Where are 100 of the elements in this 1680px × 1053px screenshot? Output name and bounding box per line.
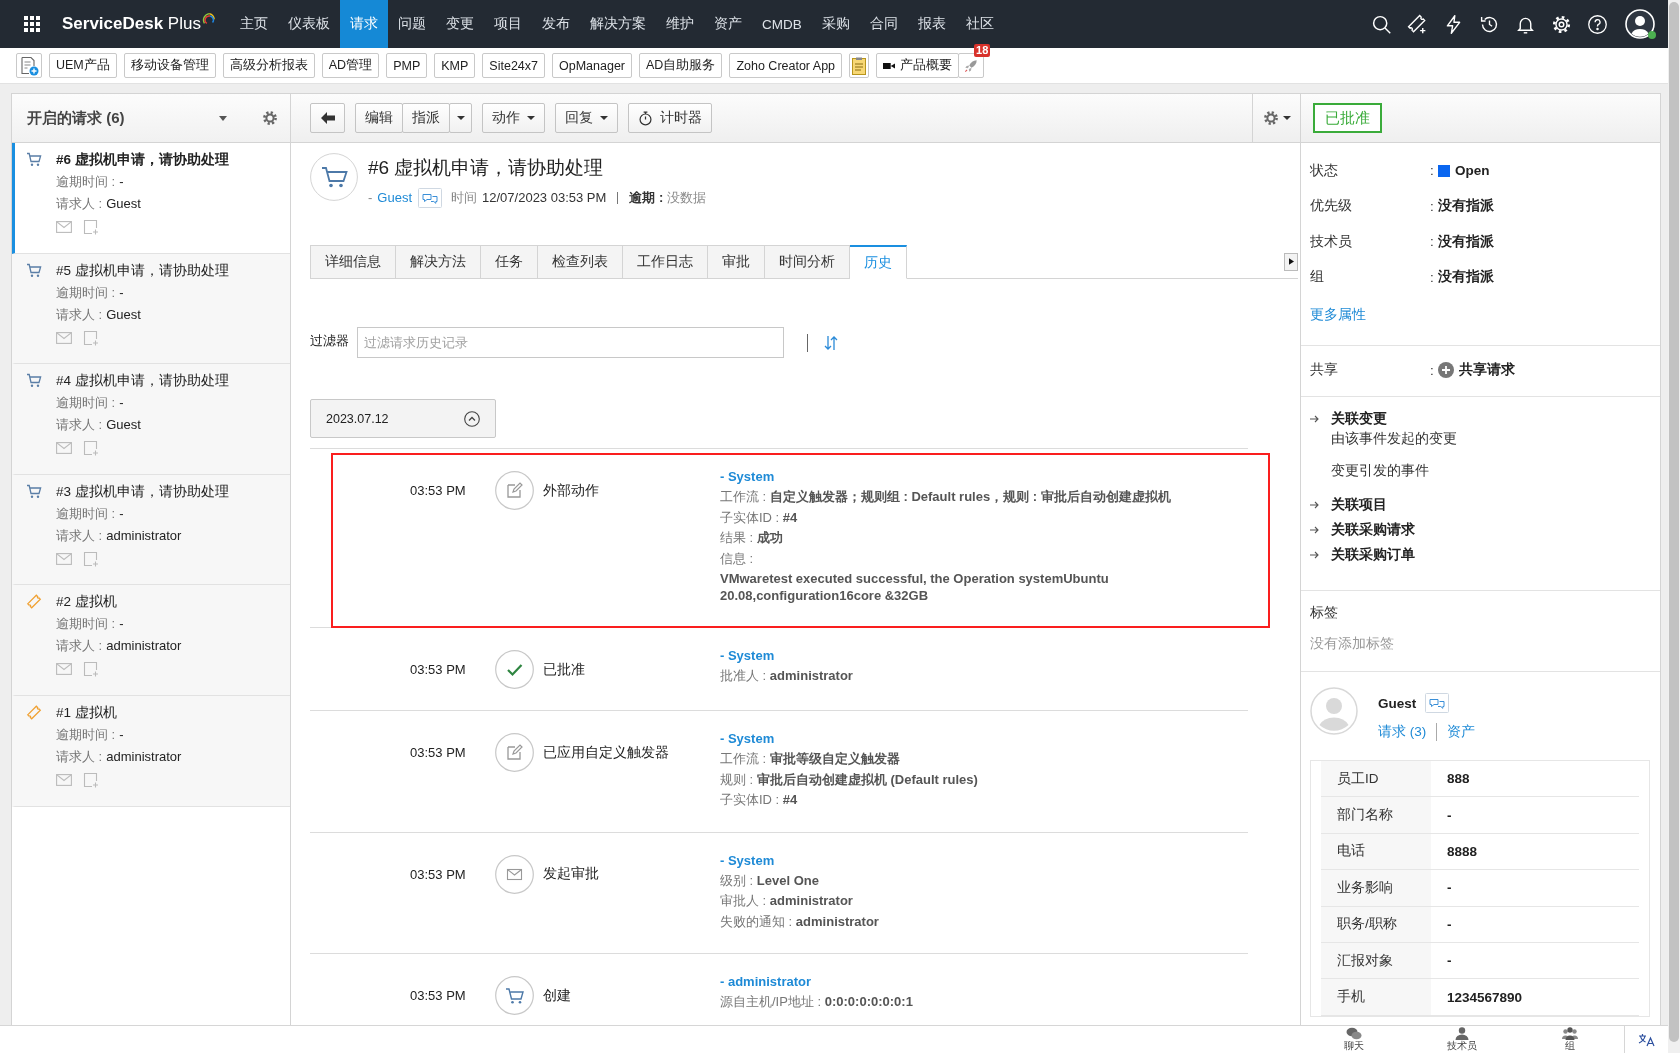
more-properties-link[interactable]: 更多属性 xyxy=(1310,305,1366,325)
bookmark-link[interactable]: AD自助服务 xyxy=(639,53,723,78)
nav-menu-item[interactable]: CMDB xyxy=(752,0,812,48)
field-label: 请求人 : xyxy=(56,526,103,544)
dropdown-button[interactable] xyxy=(449,103,472,133)
timer-button[interactable]: 计时器 xyxy=(628,103,712,133)
filter-label: 过滤器 xyxy=(310,331,349,350)
arrow-left-icon xyxy=(320,112,335,124)
field-label: 电话 xyxy=(1321,833,1431,870)
bookmark-link[interactable]: Zoho Creator App xyxy=(729,53,843,78)
field-label: 请求人 : xyxy=(56,637,103,655)
user-avatar-icon[interactable] xyxy=(1625,9,1655,39)
nav-menu-item[interactable]: 发布 xyxy=(532,0,580,48)
bookmark-link[interactable]: AD管理 xyxy=(321,53,380,78)
chat-icon[interactable] xyxy=(1425,693,1450,713)
nav-menu-item[interactable]: 报表 xyxy=(907,0,956,48)
product-logo[interactable]: ServiceDesk Plus xyxy=(62,14,201,34)
request-title: #3 虚拟机申请，请协助处理 xyxy=(56,482,229,500)
empty-tags-text: 没有添加标签 xyxy=(1310,635,1395,653)
chevron-up-icon[interactable] xyxy=(464,410,480,427)
tab[interactable]: 时间分析 xyxy=(765,245,850,279)
toolbar-button[interactable]: 指派 xyxy=(402,103,450,133)
field-value: - xyxy=(119,283,124,301)
nav-menu-item[interactable]: 问题 xyxy=(388,0,436,48)
property-label: 共享 xyxy=(1310,361,1339,379)
tab[interactable]: 工作日志 xyxy=(623,245,708,279)
bookmark-link[interactable]: UEM产品 xyxy=(49,53,117,78)
field-label: 逾期时间 : xyxy=(56,283,116,301)
notes-button[interactable] xyxy=(849,53,870,78)
app-grid-icon[interactable] xyxy=(24,16,40,32)
field-value: Guest xyxy=(106,416,141,434)
related-sublink[interactable]: 由该事件发起的变更 xyxy=(1331,429,1457,449)
tab[interactable]: 解决方法 xyxy=(396,245,481,279)
bookmark-link[interactable]: 高级分析报表 xyxy=(222,53,315,78)
bookmark-link[interactable]: 移动设备管理 xyxy=(123,53,216,78)
scrollbar-thumb[interactable] xyxy=(1669,2,1679,1042)
related-link[interactable]: 关联采购请求 xyxy=(1331,520,1415,540)
tab[interactable]: 任务 xyxy=(481,245,538,279)
language-icon[interactable] xyxy=(1637,1032,1656,1047)
nav-menu-item[interactable]: 采购 xyxy=(811,0,860,48)
technicians-button[interactable]: 技术员 xyxy=(1408,1026,1516,1053)
bookmark-link[interactable]: 产品概要 xyxy=(876,53,960,78)
nav-menu-item[interactable]: 主页 xyxy=(230,0,278,48)
ticket-plus-icon[interactable] xyxy=(1407,13,1428,35)
related-sublink[interactable]: 变更引发的事件 xyxy=(1331,461,1429,481)
menu-button[interactable]: 回复 xyxy=(555,103,618,133)
settings-icon xyxy=(1262,110,1279,126)
field-label: 手机 xyxy=(1321,979,1431,1015)
filter-input[interactable]: 过滤请求历史记录 xyxy=(357,327,784,358)
nav-menu-item[interactable]: 请求 xyxy=(340,0,388,48)
chat-icon[interactable] xyxy=(418,188,443,208)
bookmark-link[interactable]: KMP xyxy=(434,53,476,78)
sort-icon[interactable] xyxy=(824,334,838,351)
detail-line: 级别 : Level One xyxy=(720,871,820,890)
search-icon[interactable] xyxy=(1371,13,1392,35)
back-button[interactable] xyxy=(310,103,345,133)
requester-link[interactable]: 资产 xyxy=(1447,723,1476,741)
logo-swirl-icon xyxy=(201,11,215,25)
scroll-right-button[interactable] xyxy=(1284,252,1298,271)
groups-button[interactable]: 组 xyxy=(1516,1026,1624,1053)
settings-icon[interactable] xyxy=(1551,13,1572,35)
menu-button[interactable]: 动作 xyxy=(482,103,545,133)
property-label: 优先级 xyxy=(1310,197,1353,216)
caret-icon[interactable] xyxy=(219,115,227,121)
chat-button[interactable]: 聊天 xyxy=(1300,1026,1408,1053)
related-link[interactable]: 关联变更 xyxy=(1331,409,1387,429)
nav-menu-item[interactable]: 合同 xyxy=(859,0,908,48)
colon-separator: : xyxy=(1430,269,1435,285)
related-link[interactable]: 关联项目 xyxy=(1331,495,1387,515)
bookmark-link[interactable]: OpManager xyxy=(552,53,632,78)
tab[interactable]: 详细信息 xyxy=(310,245,396,279)
field-value: - xyxy=(119,504,124,522)
nav-menu-item[interactable]: 资产 xyxy=(704,0,752,48)
requester-link[interactable]: Guest xyxy=(377,189,413,207)
actor-name: - System xyxy=(720,851,776,870)
bookmark-link[interactable]: PMP xyxy=(386,53,428,78)
tab[interactable]: 审批 xyxy=(708,245,765,279)
entry-time: 03:53 PM xyxy=(410,483,467,498)
nav-menu-item[interactable]: 解决方案 xyxy=(580,0,656,48)
bookmark-link[interactable]: Site24x7 xyxy=(482,53,545,78)
colon-separator: : xyxy=(1430,163,1435,179)
announcements-button[interactable] xyxy=(958,53,985,78)
share-request-link[interactable]: 共享请求 xyxy=(1459,361,1515,379)
toolbar-button[interactable]: 编辑 xyxy=(355,103,403,133)
cart-icon xyxy=(26,262,42,278)
plus-circle-icon[interactable] xyxy=(1438,362,1454,378)
date-group-header[interactable]: 2023.07.12 xyxy=(310,399,496,438)
nav-menu-item[interactable]: 仪表板 xyxy=(278,0,340,48)
new-request-button[interactable] xyxy=(16,53,42,78)
nav-menu-item[interactable]: 维护 xyxy=(656,0,704,48)
nav-menu-item[interactable]: 变更 xyxy=(436,0,484,48)
field-value: administrator xyxy=(106,637,182,655)
tab[interactable]: 历史 xyxy=(850,245,907,279)
field-label: 逾期时间 : xyxy=(56,725,116,743)
requester-link[interactable]: 请求 (3) xyxy=(1378,723,1427,741)
help-icon[interactable] xyxy=(1587,13,1608,35)
ticket-icon xyxy=(26,704,42,720)
tab[interactable]: 检查列表 xyxy=(538,245,623,279)
nav-menu-item[interactable]: 项目 xyxy=(484,0,532,48)
related-link[interactable]: 关联采购订单 xyxy=(1331,545,1415,565)
